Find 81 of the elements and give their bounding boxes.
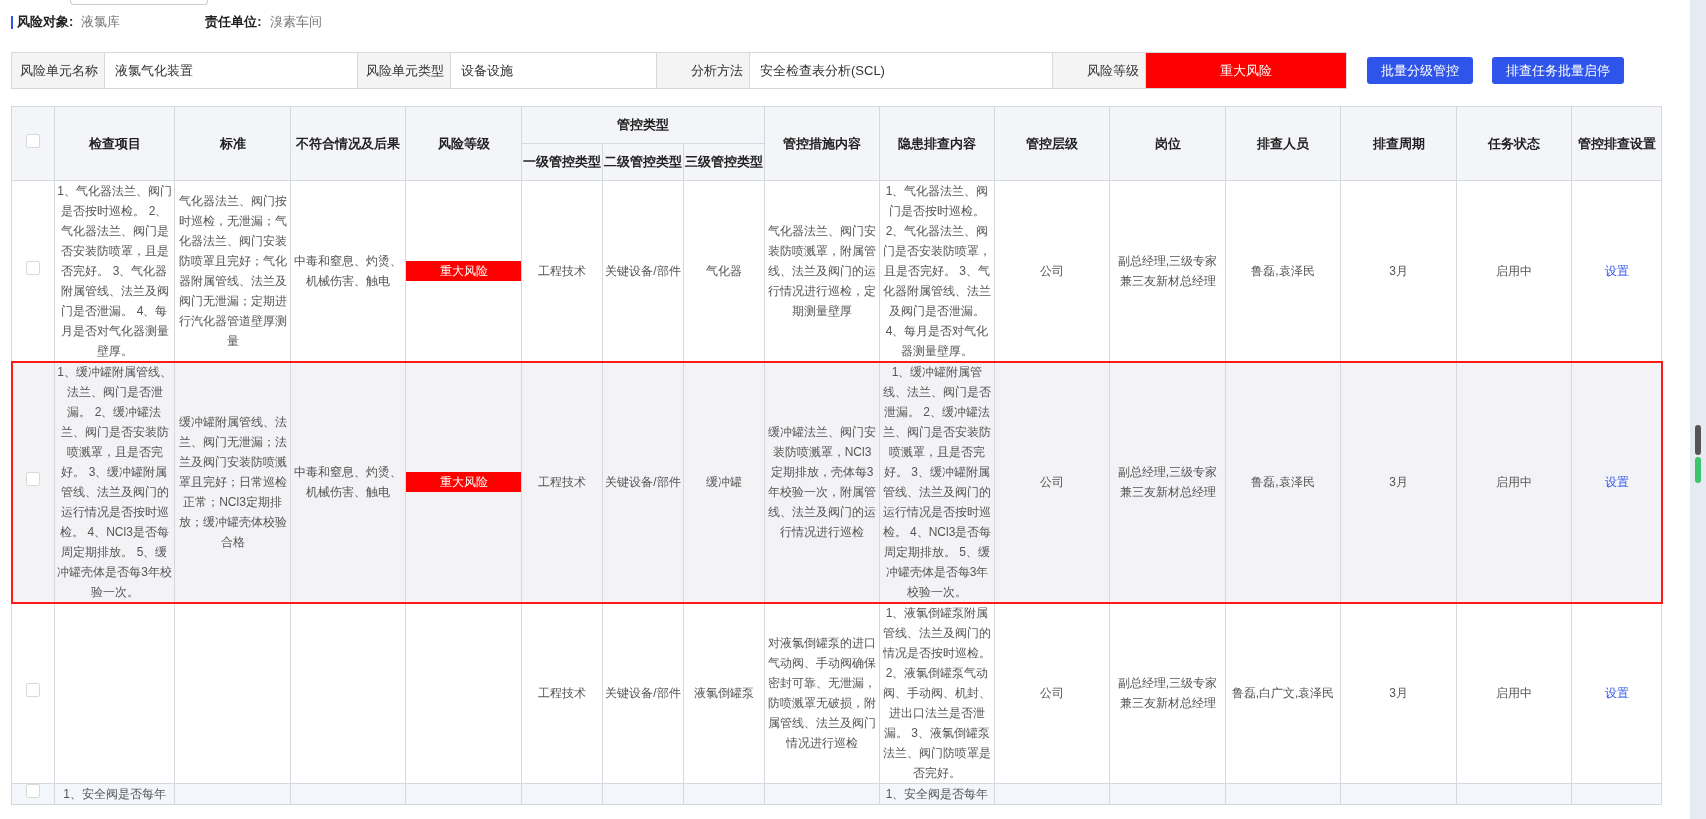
table-cell: 鲁磊,袁泽民 [1251, 264, 1315, 278]
field-value: 液氯库 [81, 13, 122, 32]
table-cell: 公司 [1040, 686, 1065, 700]
checkbox[interactable] [26, 683, 40, 697]
checkbox[interactable] [26, 133, 40, 148]
settings-link[interactable]: 设置 [1604, 686, 1629, 700]
table-cell: 对液氯倒罐泵的进口气动阀、手动阀确保密封可靠、无泄漏，防喷溅罩无破损，附属管线、法兰及阀门情况进行巡检 [768, 636, 877, 750]
column-header: 隐患排查内容 [898, 135, 977, 151]
table-cell: 3月 [1389, 475, 1408, 489]
info-label: 风险单元名称 [12, 53, 105, 88]
column-header: 管控层级 [1026, 135, 1079, 151]
table-cell: 公司 [1040, 475, 1065, 489]
table-cell: 副总经理,三级专家兼三友新材总经理 [1117, 676, 1218, 710]
column-header: 管控排查设置 [1577, 135, 1656, 151]
column-header: 排查人员 [1257, 135, 1310, 151]
table-cell: 工程技术 [538, 686, 586, 700]
table-cell: 1、液氯倒罐泵附属管线、法兰及阀门的情况是否按时巡检。 2、液氯倒罐泵气动阀、手动阀、机封、进出口法兰是否泄漏。 3、液氯倒罐泵法兰、阀门防喷罩是否完好。 [883, 606, 992, 780]
column-header: 风险等级 [437, 135, 490, 151]
table-row[interactable]: 1、安全阀是否每年 1、安全阀是否每年 [11, 783, 1662, 805]
table-cell: 副总经理,三级专家兼三友新材总经理 [1117, 465, 1218, 499]
table-cell: 启用中 [1496, 686, 1533, 700]
table-cell: 关键设备/部件 [605, 475, 681, 489]
table-cell: 工程技术 [538, 475, 586, 489]
column-header: 二级管控类型 [604, 154, 682, 170]
info-label: 风险单元类型 [358, 53, 451, 88]
section-marker [11, 15, 13, 29]
table-cell: 1、安全阀是否每年 [885, 787, 989, 801]
table-cell: 液氯倒罐泵 [694, 686, 754, 700]
table-cell: 副总经理,三级专家兼三友新材总经理 [1117, 254, 1218, 288]
table-cell: 气化器 [706, 264, 742, 278]
column-header: 一级管控类型 [523, 154, 601, 170]
table-cell: 关键设备/部件 [605, 264, 681, 278]
column-header: 排查周期 [1372, 135, 1425, 151]
table-row[interactable] [11, 180, 1662, 362]
column-header: 检查项目 [88, 135, 141, 151]
settings-link[interactable]: 设置 [1604, 475, 1629, 489]
table-cell: 1、气化器法兰、阀门是否按时巡检。 2、气化器法兰、阀门是否安装防喷罩，且是否完好。 3、气化器附属管线、法兰及阀门是否泄漏。 4、每月是否对气化器测量壁厚。 [883, 184, 992, 358]
table-cell: 3月 [1389, 264, 1408, 278]
column-header: 岗位 [1154, 135, 1181, 151]
action-button[interactable]: 排查任务批量启停 [1492, 57, 1624, 84]
info-label: 分析方法 [657, 53, 750, 88]
field-label: 风险对象: [17, 13, 74, 32]
table-cell: 鲁磊,白广文,袁泽民 [1231, 686, 1335, 700]
checkbox[interactable] [26, 472, 40, 486]
checkbox[interactable] [26, 261, 40, 275]
risk-level-badge: 重大风险 [406, 261, 521, 281]
table-cell: 1、安全阀是否每年 [63, 787, 166, 801]
table-cell: 中毒和窒息、灼烫、机械伤害、触电 [294, 465, 402, 499]
table-cell: 关键设备/部件 [605, 686, 681, 700]
table-cell: 缓冲罐 [706, 475, 742, 489]
info-label: 风险等级 [1053, 53, 1146, 88]
table-cell: 缓冲罐法兰、阀门安装防喷溅罩，NCl3定期排放，壳体每3年校验一次，附属管线、法兰及阀门的运行情况进行巡检 [768, 425, 877, 539]
table-cell: 公司 [1040, 264, 1065, 278]
table-cell: 启用中 [1496, 475, 1533, 489]
table-cell: 气化器法兰、阀门按时巡检，无泄漏；气化器法兰、阀门安装防喷罩且完好；气化器附属管线、法兰及阀门无泄漏；定期进行汽化器管道壁厚测量 [178, 194, 287, 348]
checkbox[interactable] [26, 784, 40, 798]
risk-level-badge: 重大风险 [1146, 53, 1346, 88]
table-cell: 1、缓冲罐附属管线、法兰、阀门是否泄漏。 2、缓冲罐法兰、阀门是否安装防喷溅罩，且是否完好。 3、缓冲罐附属管线、法兰及阀门的运行情况是否按时巡检。 4、NCl3是否每周定期排放。 5、缓冲罐壳体是否每3年校验一次。 [882, 365, 992, 599]
table-cell: 1、缓冲罐附属管线、法兰、阀门是否泄漏。 2、缓冲罐法兰、阀门是否安装防喷溅罩，且是否完好。 3、缓冲罐附属管线、法兰及阀门的运行情况是否按时巡检。 4、NCl3是否每周定期排放。 5、缓冲罐壳体是否每3年校验一次。 [57, 365, 172, 599]
column-header: 管控措施内容 [783, 135, 862, 151]
column-header: 标准 [219, 135, 246, 151]
table-cell: 3月 [1389, 686, 1408, 700]
column-header: 三级管控类型 [685, 154, 763, 170]
selected-row-outline[interactable] [11, 361, 1662, 603]
settings-link[interactable]: 设置 [1604, 264, 1629, 278]
table-cell: 气化器法兰、阀门安装防喷溅罩，附属管线、法兰及阀门的运行情况进行巡检，定期测量壁厚 [768, 224, 877, 318]
risk-level-badge: 重大风险 [406, 472, 521, 492]
table-cell: 工程技术 [538, 264, 586, 278]
table-cell: 鲁磊,袁泽民 [1251, 475, 1315, 489]
field-label: 责任单位: [205, 13, 262, 32]
column-header: 任务状态 [1488, 135, 1541, 151]
column-header: 管控类型 [617, 117, 669, 133]
table-cell: 中毒和窒息、灼烫、机械伤害、触电 [294, 254, 402, 288]
button-edge[interactable] [70, 0, 208, 5]
field-value: 溴素车间 [269, 13, 322, 32]
action-button[interactable]: 批量分级管控 [1367, 57, 1473, 84]
column-header: 不符合情况及后果 [296, 135, 400, 151]
table-cell: 缓冲罐附属管线、法兰、阀门无泄漏；法兰及阀门安装防喷溅罩且完好；日常巡检正常；NCl3定期排放；缓冲罐壳体校验合格 [178, 415, 287, 549]
table-cell: 1、气化器法兰、阀门是否按时巡检。 2、气化器法兰、阀门是否安装防喷罩，且是否完好。 3、气化器附属管线、法兰及阀门是否泄漏。 4、每月是否对气化器测量壁厚。 [57, 184, 172, 358]
table-cell: 启用中 [1496, 264, 1533, 278]
scrollbar[interactable] [1690, 0, 1706, 819]
